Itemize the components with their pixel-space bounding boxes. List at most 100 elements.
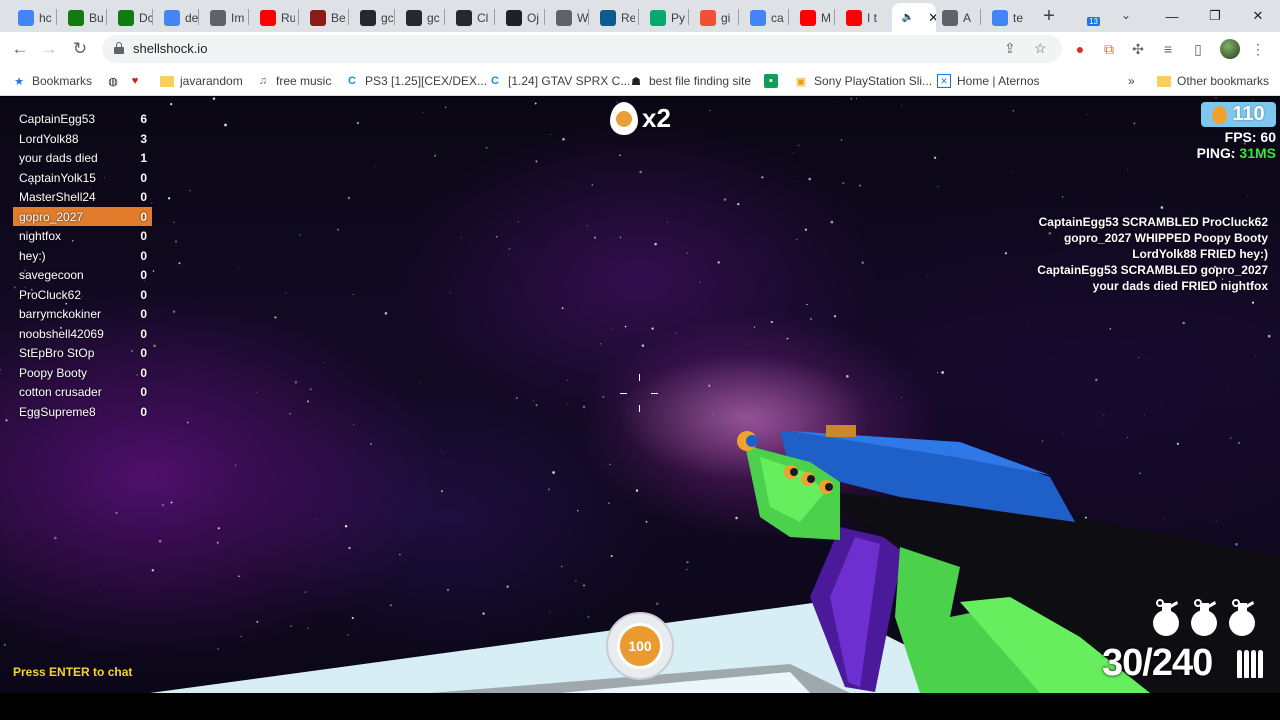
bookmark-item[interactable]: ✕ Home | Aternos — [937, 72, 1040, 90]
browser-tab[interactable]: de — [154, 3, 200, 32]
tab-search-icon[interactable]: ⌄ — [1121, 8, 1131, 22]
player-score: 0 — [140, 404, 147, 419]
new-tab-button[interactable]: + — [1039, 6, 1059, 26]
scoreboard-row: nightfox 0 — [13, 226, 152, 246]
extensions-puzzle-icon[interactable]: ✣ — [1128, 39, 1148, 59]
tab-title: I t — [867, 10, 878, 25]
google-icon — [992, 9, 1008, 26]
player-name: EggSupreme8 — [19, 404, 96, 419]
google-icon — [18, 9, 34, 26]
close-window-button[interactable]: ✕ — [1236, 0, 1280, 32]
player-score: 0 — [140, 326, 147, 341]
browser-tab[interactable]: gc — [350, 3, 396, 32]
bookmark-item[interactable]: ★ Bookmarks — [12, 72, 92, 90]
player-score: 0 — [140, 229, 147, 243]
bookmark-item[interactable]: ▪ — [764, 72, 778, 90]
star-icon: ★ — [14, 75, 24, 88]
forward-button[interactable]: → — [38, 39, 60, 59]
tab-separator — [638, 9, 639, 25]
browser-tab[interactable]: 🔈 ✕ — [892, 3, 936, 32]
side-panel-icon[interactable]: ▯ — [1188, 39, 1208, 59]
browser-tab[interactable]: Dc — [108, 3, 154, 32]
browser-tab[interactable]: te — [982, 3, 1028, 32]
browser-tab[interactable]: Cl — [446, 3, 492, 32]
browser-tab[interactable]: hc — [8, 3, 54, 32]
tab-title: gc — [427, 10, 440, 25]
media-control-icon[interactable]: ≡ — [1158, 39, 1178, 59]
profile-avatar[interactable] — [1220, 39, 1240, 59]
image-icon — [942, 9, 958, 26]
player-score: 0 — [140, 287, 147, 302]
bookmark-item[interactable]: C [1.24] GTAV SPRX C... — [488, 72, 630, 90]
bookmark-folder[interactable]: javarandom — [160, 72, 243, 90]
browser-tab[interactable]: Ru — [250, 3, 296, 32]
gift-icon: ▣ — [795, 75, 807, 88]
browser-tab[interactable]: Oj — [496, 3, 542, 32]
w3-icon — [650, 9, 666, 26]
player-name: cotton crusader — [19, 385, 102, 399]
player-score: 0 — [140, 190, 147, 204]
player-name: nightfox — [19, 229, 62, 243]
browser-tab[interactable]: Re — [590, 3, 636, 32]
bookmarks-overflow-button[interactable]: » — [1128, 72, 1135, 90]
chat-hint: Press ENTER to chat — [13, 665, 133, 679]
browser-tab[interactable]: gc — [396, 3, 442, 32]
robot-icon: ☗ — [631, 75, 641, 88]
egg-currency-badge[interactable]: 110 — [1201, 102, 1276, 127]
browser-tab[interactable]: ca — [740, 3, 786, 32]
tab-separator — [444, 9, 445, 25]
player-score: 3 — [140, 131, 147, 146]
extension-icon[interactable]: ⧉ — [1099, 39, 1119, 59]
bookmark-item[interactable]: ▣ Sony PlayStation Sli... — [794, 72, 932, 90]
player-name: LordYolk88 — [19, 131, 79, 146]
reload-button[interactable]: ↻ — [69, 39, 91, 59]
extension-icon[interactable]: ● — [1070, 39, 1090, 59]
tab-title: M — [821, 10, 831, 25]
maximize-button[interactable]: ❐ — [1193, 0, 1237, 32]
player-score: 0 — [140, 346, 147, 360]
back-button[interactable]: ← — [9, 39, 31, 59]
browser-tab[interactable]: W — [546, 3, 592, 32]
player-score: 0 — [140, 268, 147, 282]
tab-title: Cl — [477, 10, 489, 25]
tab-separator — [248, 9, 249, 25]
bookmark-item[interactable]: ♫ free music — [256, 72, 331, 90]
kill-feed-entry: CaptainEgg53 SCRAMBLED gopro_2027 — [1037, 263, 1268, 277]
browser-tab[interactable]: Im — [200, 3, 246, 32]
browser-tab[interactable]: Be — [300, 3, 346, 32]
ping-readout: PING: 31MS — [1196, 145, 1276, 161]
player-name: gopro_2027 — [19, 209, 84, 224]
lock-icon[interactable] — [114, 42, 124, 54]
tab-separator — [348, 9, 349, 25]
egg-skull-icon — [610, 102, 638, 135]
tab-separator — [56, 9, 57, 25]
bookmark-item[interactable]: C PS3 [1.25][CEX/DEX... — [345, 72, 487, 90]
browser-tab[interactable]: M — [790, 3, 836, 32]
minimize-button[interactable]: — — [1150, 0, 1194, 32]
multiplier-value: x2 — [642, 103, 671, 133]
game-viewport[interactable]: CaptainEgg53 6 LordYolk88 3 your dads died 1 C… — [0, 97, 1280, 693]
browser-tab[interactable]: I t — [836, 3, 882, 32]
address-bar[interactable]: shellshock.io ⇪ ☆ — [102, 35, 1062, 63]
url-text[interactable]: shellshock.io — [133, 41, 207, 56]
tab-title: hc — [39, 10, 52, 25]
openai-icon — [506, 9, 522, 26]
github-icon — [406, 9, 422, 26]
menu-kebab-icon[interactable]: ⋮ — [1248, 39, 1268, 59]
tab-title: Py — [671, 10, 685, 25]
browser-tab[interactable]: gi — [690, 3, 736, 32]
bookmark-star-icon[interactable]: ☆ — [1034, 40, 1047, 57]
player-score: 0 — [140, 307, 147, 321]
browser-tab[interactable]: Py — [640, 3, 686, 32]
browser-tab[interactable]: A — [932, 3, 978, 32]
scoreboard-row: CaptainEgg53 6 — [13, 109, 152, 129]
share-icon[interactable]: ⇪ — [1004, 40, 1016, 57]
bookmark-item[interactable]: ☗ best file finding site — [629, 72, 751, 90]
browser-tab[interactable]: Bu — [58, 3, 104, 32]
bookmark-item[interactable]: ◍ — [106, 72, 120, 90]
player-name: ProCluck62 — [19, 287, 82, 302]
tab-title: Ru — [281, 10, 295, 25]
bookmark-item[interactable]: ♥ — [128, 72, 142, 90]
player-score: 0 — [140, 209, 147, 224]
bookmark-folder[interactable]: Other bookmarks — [1157, 72, 1269, 90]
